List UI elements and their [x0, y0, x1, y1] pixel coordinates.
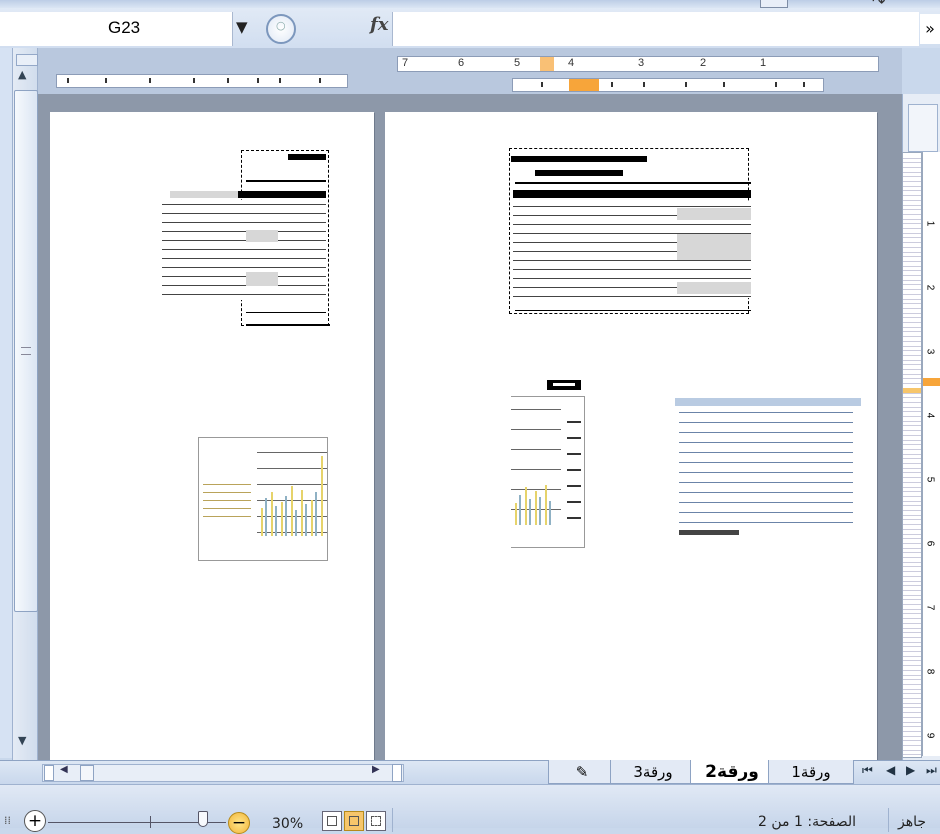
column-header-right[interactable] [512, 78, 824, 92]
insert-sheet-icon[interactable]: ✎ [548, 760, 616, 784]
tab-sheet2[interactable]: ورقة2 [690, 760, 774, 784]
window-icon [760, 0, 788, 8]
status-separator [392, 808, 393, 832]
ruler-number: 2 [700, 57, 707, 69]
page-break-view-button[interactable] [366, 811, 386, 831]
ruler-number: 1 [924, 220, 936, 227]
zoom-midpoint [150, 816, 151, 828]
mini-shade [246, 230, 278, 242]
mini-header-row [675, 398, 861, 406]
first-sheet-icon[interactable]: ⏮ [862, 763, 873, 778]
tab-split-handle[interactable] [392, 764, 402, 782]
page-right [385, 112, 877, 760]
mini-table-rows [679, 408, 853, 528]
tab-sheet3[interactable]: ورقة3 [610, 760, 696, 784]
status-ready: جاهز [898, 814, 927, 830]
corner-box[interactable] [908, 104, 938, 152]
prev-sheet-icon[interactable]: ◀ [886, 763, 895, 777]
mini-chart [198, 437, 328, 561]
page-break-icon [371, 816, 381, 826]
zoom-slider-thumb[interactable] [198, 811, 208, 827]
scroll-down-icon[interactable]: ▼ [18, 734, 26, 747]
row-headers[interactable] [902, 152, 922, 758]
resize-grip-icon[interactable]: ⁞⁞ [4, 814, 11, 827]
mini-chart [511, 396, 585, 548]
name-box-dropdown-icon[interactable]: ▼ [236, 18, 248, 36]
horizontal-scroll-thumb[interactable] [80, 765, 94, 781]
mini-legend [567, 407, 581, 519]
ruler-number: 5 [514, 57, 521, 69]
ruler-number: 3 [924, 348, 936, 355]
mini-title [511, 156, 647, 162]
ruler-number: 4 [924, 412, 936, 419]
formula-input[interactable] [392, 12, 919, 46]
horizontal-ruler[interactable]: 7 6 5 4 3 2 1 [397, 56, 879, 72]
mini-legend [203, 480, 251, 520]
mini-subtitle [535, 170, 623, 176]
zoom-in-icon[interactable]: + [24, 810, 46, 832]
expand-formula-bar-icon[interactable]: » [920, 14, 940, 44]
mini-rule [246, 180, 326, 182]
mini-header-row [513, 190, 751, 198]
row-header-cell[interactable] [903, 750, 921, 756]
ruler-number: 9 [924, 732, 936, 739]
fx-icon[interactable]: fx [370, 14, 388, 35]
mini-rule [246, 324, 330, 326]
grip-icon [21, 347, 31, 355]
scroll-left-icon[interactable]: ◀ [60, 764, 68, 775]
next-sheet-icon[interactable]: ▶ [906, 763, 915, 777]
column-header-left[interactable] [56, 74, 348, 88]
last-sheet-icon[interactable]: ⏭ [926, 763, 937, 778]
ruler-number: 6 [458, 57, 465, 69]
ruler-number: 8 [924, 668, 936, 675]
formula-cancel-button[interactable]: ○ [266, 14, 296, 44]
mini-title [288, 154, 326, 160]
mini-shade [677, 208, 751, 220]
status-separator [888, 808, 889, 832]
mini-label-inner [553, 383, 575, 386]
ruler-number: 7 [924, 604, 936, 611]
tab-sheet1[interactable]: ورقة1 [768, 760, 854, 784]
ruler-number: 1 [760, 57, 767, 69]
mini-rule [515, 310, 751, 311]
normal-view-icon [327, 816, 337, 826]
page-layout-view-button[interactable] [344, 811, 364, 831]
horizontal-scrollbar[interactable] [42, 764, 404, 782]
mini-rule [246, 312, 326, 313]
ruler-number: 3 [638, 57, 645, 69]
name-box-value[interactable]: G23 [108, 18, 140, 38]
selected-column-header [569, 79, 599, 91]
page-left [50, 112, 374, 760]
ruler-number: 4 [568, 57, 575, 69]
scroll-right-icon[interactable]: ▶ [372, 764, 380, 775]
window-left-edge [0, 48, 12, 758]
tab-split-box[interactable] [44, 765, 54, 781]
normal-view-button[interactable] [322, 811, 342, 831]
vertical-ruler[interactable]: 1 2 3 4 5 6 7 8 9 [922, 152, 940, 756]
ruler-number: 7 [402, 57, 409, 69]
ruler-highlight [540, 57, 554, 71]
zoom-out-icon[interactable]: − [228, 812, 250, 834]
scroll-up-icon[interactable]: ▲ [18, 68, 26, 81]
mini-shade [677, 234, 751, 260]
ruler-number: 5 [924, 476, 936, 483]
vertical-scroll-thumb[interactable] [14, 90, 38, 612]
redo-icon[interactable]: ↷ [872, 0, 885, 11]
mini-table-rows [162, 200, 326, 300]
mini-rule [515, 182, 751, 184]
page-indicator: الصفحة: 1 من 2 [758, 814, 856, 830]
split-box[interactable] [16, 54, 38, 66]
circle-icon: ○ [276, 19, 286, 32]
zoom-level[interactable]: 30% [272, 816, 303, 832]
mini-total [679, 530, 739, 535]
mini-header-extra [170, 191, 238, 198]
selected-row-ruler [923, 378, 940, 386]
page-layout-icon [349, 816, 359, 826]
mini-shade [677, 282, 751, 294]
ruler-number: 2 [924, 284, 936, 291]
mini-shade [246, 272, 278, 286]
ribbon-edge: ↷ [0, 0, 940, 11]
ruler-number: 6 [924, 540, 936, 547]
